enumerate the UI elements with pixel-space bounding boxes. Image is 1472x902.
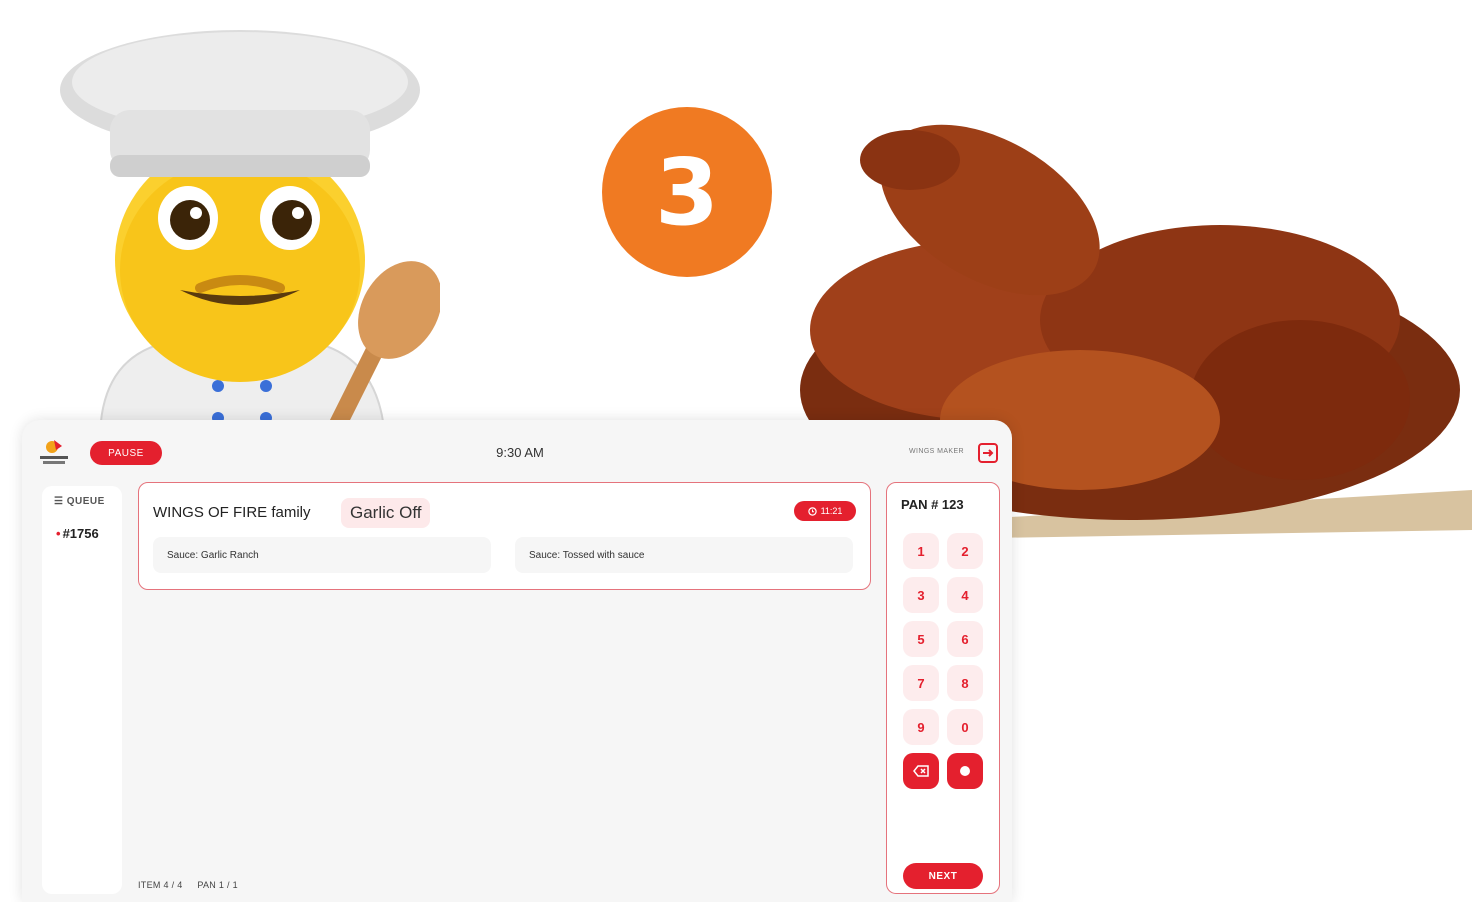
progress-footer: ITEM 4 / 4 PAN 1 / 1: [138, 880, 250, 890]
key-6[interactable]: 6: [947, 621, 983, 657]
top-bar: PAUSE 9:30 AM WINGS MAKER: [22, 420, 1012, 478]
queue-sidebar: ☰ QUEUE • #1756: [42, 486, 122, 894]
key-4[interactable]: 4: [947, 577, 983, 613]
key-3[interactable]: 3: [903, 577, 939, 613]
pause-button[interactable]: PAUSE: [90, 441, 162, 465]
key-2[interactable]: 2: [947, 533, 983, 569]
key-9[interactable]: 9: [903, 709, 939, 745]
active-dot-icon: •: [56, 526, 61, 541]
queue-label: ☰ QUEUE: [54, 496, 105, 507]
order-timer: 11:21: [794, 501, 856, 521]
backspace-icon: [913, 765, 929, 777]
item-progress: ITEM 4 / 4: [138, 880, 183, 890]
station-label: WINGS MAKER: [909, 448, 964, 455]
backspace-button[interactable]: [903, 753, 939, 789]
modifier-badge: Garlic Off: [341, 498, 431, 528]
queue-order-item[interactable]: • #1756: [56, 526, 99, 541]
numeric-keypad: 1 2 3 4 5 6 7 8 9 0: [903, 533, 983, 789]
list-icon: ☰: [54, 496, 67, 507]
logout-icon[interactable]: [978, 443, 998, 463]
key-0[interactable]: 0: [947, 709, 983, 745]
sauce-detail: Sauce: Tossed with sauce: [515, 537, 853, 573]
item-name: WINGS OF FIRE family: [153, 504, 311, 521]
confirm-button[interactable]: [947, 753, 983, 789]
key-7[interactable]: 7: [903, 665, 939, 701]
pan-panel: PAN # 123 1 2 3 4 5 6 7 8 9 0 NEXT: [886, 482, 1000, 894]
key-8[interactable]: 8: [947, 665, 983, 701]
pan-title: PAN # 123: [901, 497, 964, 512]
brand-logo-icon: [40, 440, 68, 464]
order-card[interactable]: WINGS OF FIRE family Garlic Off 11:21 Sa…: [138, 482, 871, 590]
clock-icon: [807, 506, 817, 516]
kds-tablet: PAUSE 9:30 AM WINGS MAKER ☰ QUEUE • #1756…: [22, 420, 1012, 902]
key-1[interactable]: 1: [903, 533, 939, 569]
next-button[interactable]: NEXT: [903, 863, 983, 889]
pan-progress: PAN 1 / 1: [197, 880, 238, 890]
key-5[interactable]: 5: [903, 621, 939, 657]
chef-emoji-icon: [60, 30, 440, 440]
sauce-detail: Sauce: Garlic Ranch: [153, 537, 491, 573]
clock: 9:30 AM: [496, 445, 544, 460]
dot-icon: [960, 766, 970, 776]
